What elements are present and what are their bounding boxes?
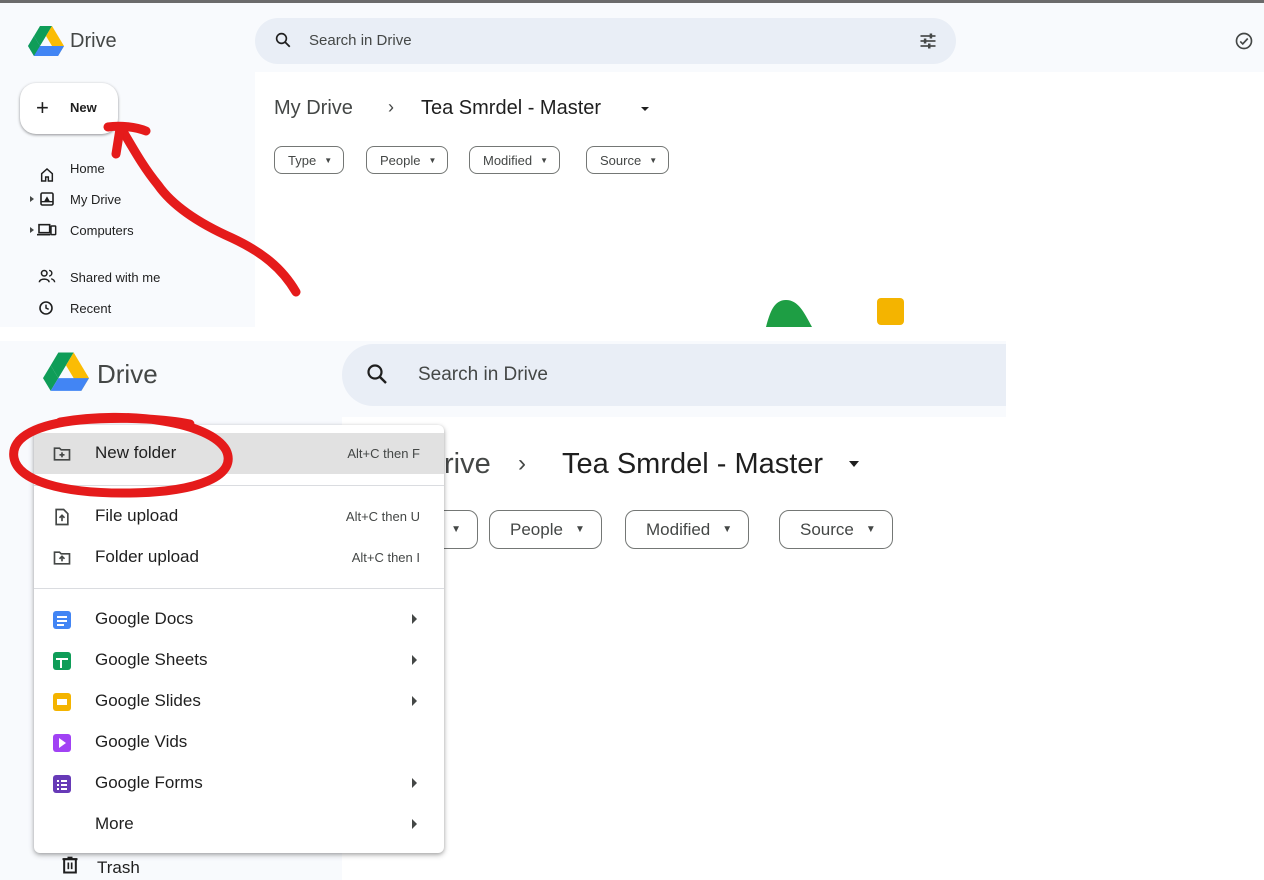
annotation-circle xyxy=(9,412,233,498)
annotation-layer xyxy=(9,121,301,498)
annotation-arrow xyxy=(119,128,301,297)
